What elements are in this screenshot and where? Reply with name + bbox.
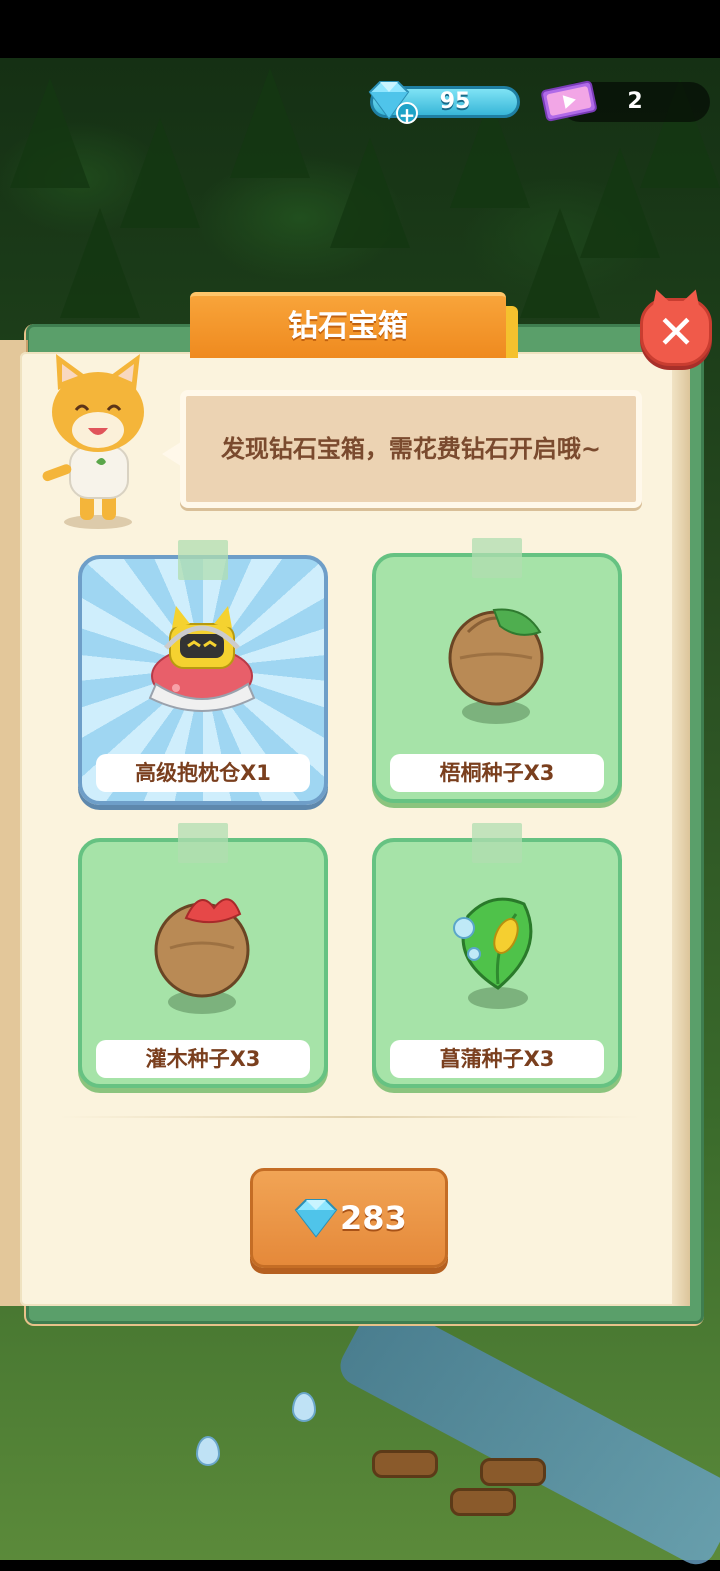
cat-mascot-icon: [42, 354, 144, 529]
card-clip: [472, 538, 522, 578]
dialog-title: 钻石宝箱: [288, 309, 408, 344]
log-pile: [480, 1458, 546, 1486]
diamond-icon: [294, 1199, 338, 1238]
tree: [330, 138, 410, 248]
reward-label: 高级抱枕仓X1: [135, 761, 271, 785]
calamus-seed-icon: [453, 897, 533, 1009]
water-drop-icon[interactable]: [196, 1436, 220, 1466]
video-ticket-icon: [541, 80, 597, 122]
card-clip: [472, 823, 522, 863]
dialog-message: 发现钻石宝箱，需花费钻石开启哦~: [220, 435, 602, 463]
divider: [60, 1116, 640, 1118]
status-bar: [0, 0, 720, 58]
river: [333, 1294, 720, 1571]
price-label: 283: [340, 1199, 407, 1237]
shrub-seed-icon: [154, 898, 250, 1014]
parasol-seed-icon: [448, 608, 544, 724]
page-edge: [672, 352, 690, 1306]
pillow-pod-icon: [148, 606, 256, 712]
reward-label: 灌木种子X3: [145, 1047, 261, 1071]
tree: [60, 208, 140, 318]
add-diamonds-button[interactable]: +: [396, 102, 418, 126]
card-clip: [178, 540, 228, 580]
tree: [230, 68, 310, 178]
water-drop-icon[interactable]: [292, 1392, 316, 1422]
log-pile: [450, 1488, 516, 1516]
reward-label: 梧桐种子X3: [439, 761, 555, 785]
reward-label: 菖蒲种子X3: [439, 1047, 555, 1071]
card-clip: [178, 823, 228, 863]
close-icon[interactable]: ✕: [640, 298, 712, 366]
tree: [520, 208, 600, 318]
log-pile: [372, 1450, 438, 1478]
tree: [10, 78, 90, 188]
diamond-count: 95: [439, 89, 471, 114]
ticket-count: 2: [627, 89, 643, 114]
